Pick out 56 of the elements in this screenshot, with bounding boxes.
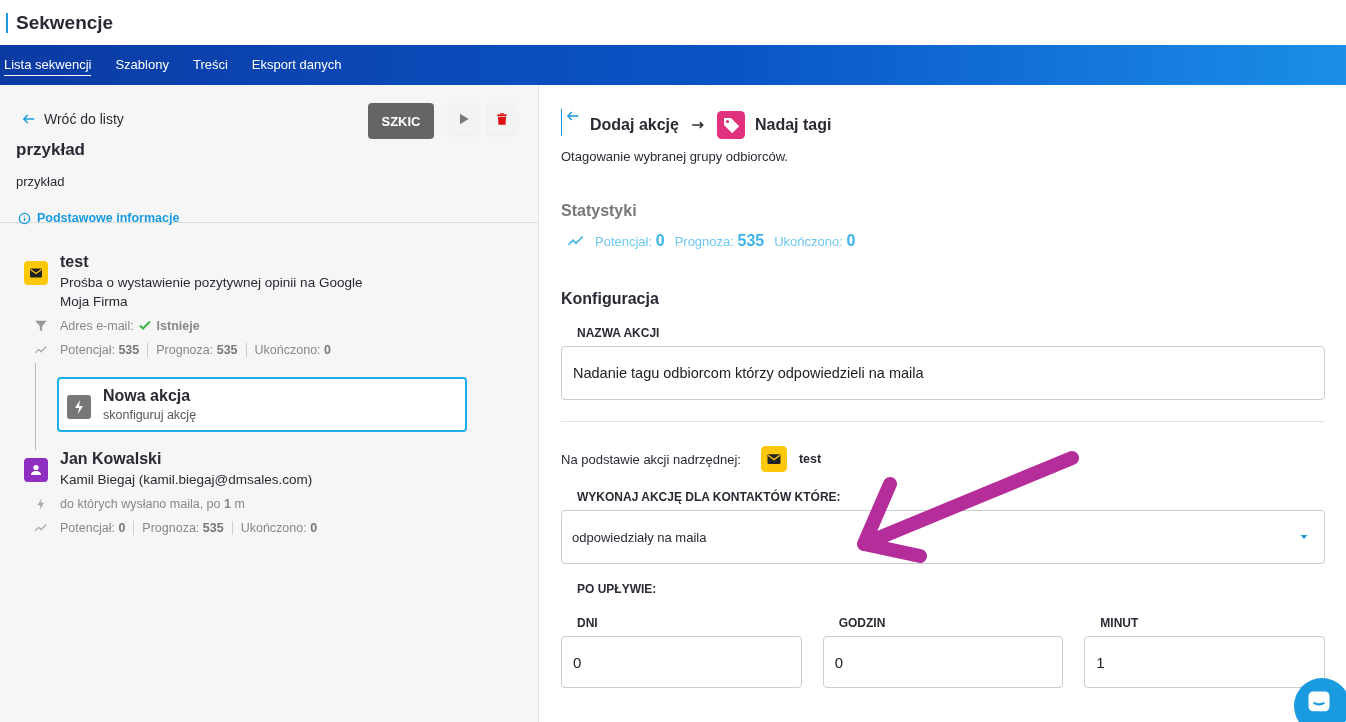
trash-icon bbox=[495, 112, 509, 126]
step-detail: Moja Firma bbox=[60, 294, 129, 309]
input-field[interactable]: 1 bbox=[1084, 636, 1325, 688]
field-label: GODZIN bbox=[838, 616, 887, 630]
lightning-icon bbox=[67, 395, 91, 419]
field-label: WYKONAJ AKCJĘ DLA KONTAKTÓW KTÓRE: bbox=[577, 490, 842, 504]
field-label: PO UPŁYWIE: bbox=[577, 582, 658, 596]
parent-label: Na podstawie akcji nadrzędnej: bbox=[561, 451, 741, 467]
action-title: Nadaj tagi bbox=[754, 116, 832, 134]
step-detail: Prośba o wystawienie pozytywnej opinii na Google bbox=[60, 275, 363, 290]
nav-tab[interactable]: Eksport danych bbox=[251, 54, 342, 76]
condition-text: Adres e-mail: Istnieje bbox=[60, 319, 200, 333]
field-label: MINUT bbox=[1100, 616, 1140, 630]
nav-tab[interactable]: Lista sekwencji bbox=[4, 54, 92, 76]
filter-icon bbox=[34, 319, 48, 333]
status-button[interactable]: SZKIC bbox=[368, 103, 434, 139]
page-title: Sekwencje bbox=[6, 12, 114, 33]
breadcrumb-text: Dodaj akcję bbox=[590, 116, 679, 134]
stat-text: Prognoza: 535 bbox=[142, 521, 224, 535]
step-title: test bbox=[60, 253, 90, 271]
back-button[interactable] bbox=[561, 108, 580, 136]
input-field[interactable]: 0 bbox=[822, 636, 1064, 688]
stat-text: Prognoza: 535 bbox=[674, 232, 765, 250]
stat-text: Potencjał: 0 bbox=[60, 521, 126, 535]
step-detail: Kamil Biegaj (kamil.biegaj@dmsales.com) bbox=[60, 472, 313, 487]
nav-tab[interactable]: Szablony bbox=[115, 54, 169, 76]
stat-text: Prognoza: 535 bbox=[156, 343, 238, 357]
stat-text: Ukończono: 0 bbox=[254, 343, 332, 357]
person-icon bbox=[24, 458, 48, 482]
arrow-left-icon bbox=[22, 112, 36, 126]
nav-tab[interactable]: Treści bbox=[192, 54, 228, 76]
input-field[interactable]: 0 bbox=[561, 636, 802, 688]
stat-text: Ukończono: 0 bbox=[774, 232, 856, 250]
section-title: Statystyki bbox=[561, 202, 638, 220]
tag-icon bbox=[716, 111, 745, 139]
stat-text: Potencjał: 535 bbox=[60, 343, 140, 357]
checkmark-icon bbox=[139, 319, 152, 331]
field-label: DNI bbox=[577, 616, 599, 630]
chat-button[interactable] bbox=[1294, 678, 1346, 722]
stat-text: Potencjał: 0 bbox=[595, 232, 665, 250]
field-label: NAZWA AKCJI bbox=[577, 326, 661, 340]
stat-text: Ukończono: 0 bbox=[240, 521, 318, 535]
back-link[interactable]: Wróć do listy bbox=[22, 111, 180, 127]
parent-name: test bbox=[798, 452, 822, 466]
envelope-icon bbox=[24, 261, 48, 285]
info-icon bbox=[18, 211, 31, 225]
envelope-icon bbox=[760, 446, 787, 472]
action-description: Otagowanie wybranej grupy odbiorców. bbox=[561, 149, 789, 164]
dropdown[interactable]: odpowiedziały na maila bbox=[561, 510, 1325, 564]
sequence-name: przykład bbox=[16, 140, 86, 160]
trigger-text: do których wysłano maila, po 1 m bbox=[60, 497, 245, 511]
action-card[interactable]: Nowa akcja skonfiguruj akcję bbox=[57, 377, 467, 432]
step-title: Jan Kowalski bbox=[60, 450, 163, 468]
section-title: Konfiguracja bbox=[561, 290, 660, 308]
input-field[interactable]: Nadanie tagu odbiorcom którzy odpowiedzieli na maila bbox=[561, 346, 1325, 400]
sequence-description: przykład bbox=[16, 174, 66, 189]
